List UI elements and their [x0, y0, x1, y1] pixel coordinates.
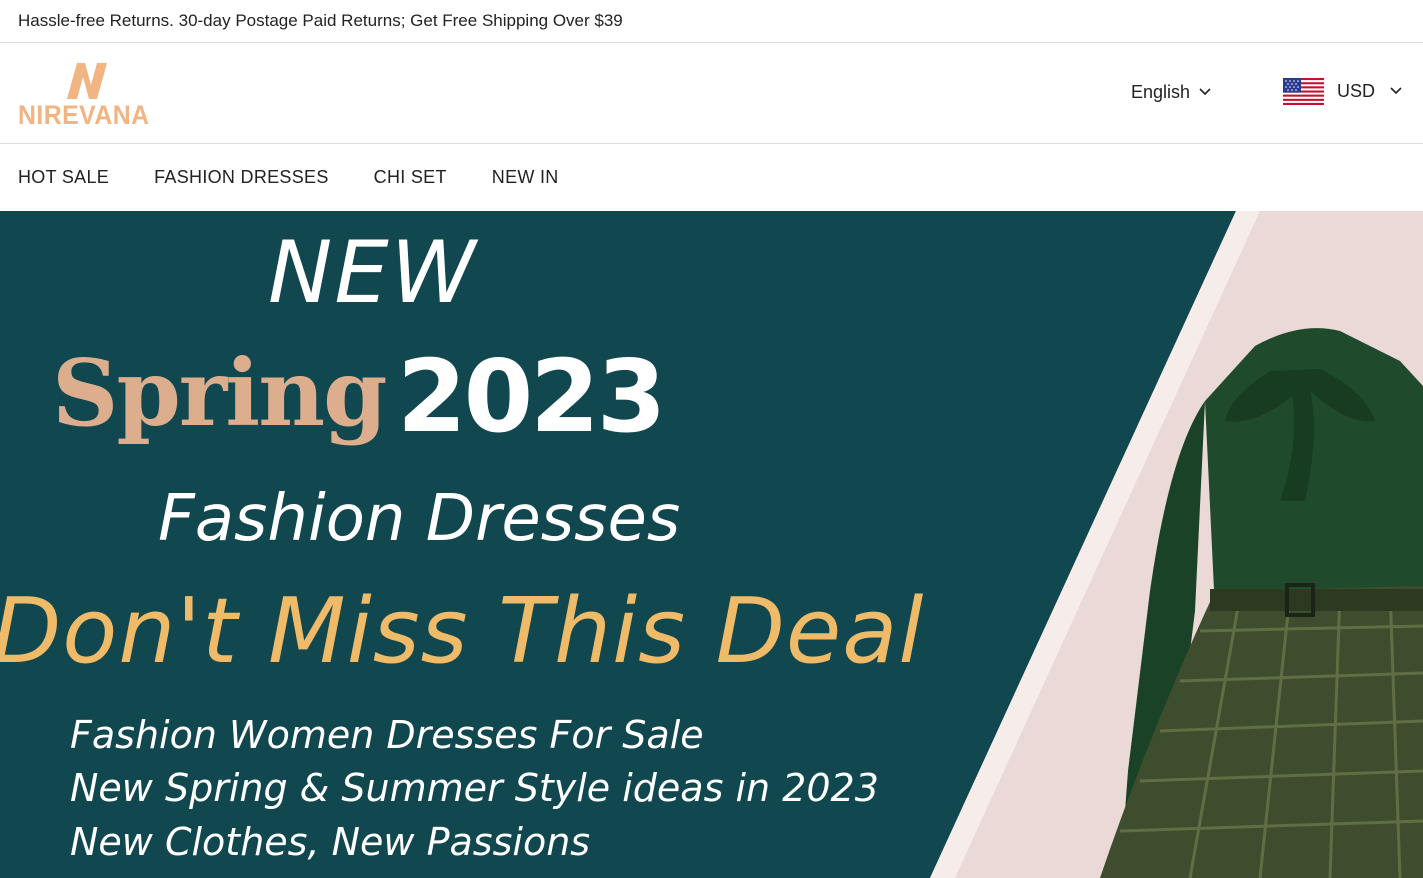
hero-banner[interactable]: NEW Spring 2023 Fashion Dresses Don't Mi…: [0, 211, 1423, 878]
currency-label: USD: [1337, 80, 1376, 101]
main-nav: HOT SALE FASHION DRESSES CHI SET NEW IN: [0, 144, 1423, 211]
logo-wordmark: NIREVANA: [18, 100, 150, 130]
currency-selector[interactable]: USD: [1283, 77, 1402, 105]
nav-item-fashion-dresses[interactable]: FASHION DRESSES: [154, 167, 329, 188]
hero-cta-text: Don't Miss This Deal: [0, 579, 925, 684]
site-header: NIREVANA English USD: [0, 43, 1423, 144]
language-label: English: [1131, 81, 1191, 102]
hero-headline-spring: Spring: [52, 339, 387, 447]
announcement-text: Hassle-free Returns. 30-day Postage Paid…: [18, 11, 623, 30]
hero-line: New Clothes, New Passions: [70, 820, 591, 864]
hero-line: New Spring & Summer Style ideas in 2023: [70, 766, 879, 810]
nav-item-chi-set[interactable]: CHI SET: [374, 167, 447, 188]
hero-subheadline: Fashion Dresses: [158, 482, 681, 556]
chevron-down-icon: [1390, 87, 1402, 95]
hero-headline-new: NEW: [268, 223, 478, 323]
announcement-bar: Hassle-free Returns. 30-day Postage Paid…: [0, 0, 1423, 43]
nav-item-new-in[interactable]: NEW IN: [492, 167, 559, 188]
logo-n-mark-icon: [67, 63, 107, 99]
us-flag-icon: [1283, 77, 1324, 105]
hero-headline-year: 2023: [397, 338, 666, 455]
nav-item-hot-sale[interactable]: HOT SALE: [18, 167, 109, 188]
hero-line: Fashion Women Dresses For Sale: [70, 713, 704, 757]
language-selector[interactable]: English: [1131, 79, 1211, 105]
chevron-down-icon: [1199, 88, 1211, 96]
site-logo[interactable]: NIREVANA: [18, 59, 153, 130]
